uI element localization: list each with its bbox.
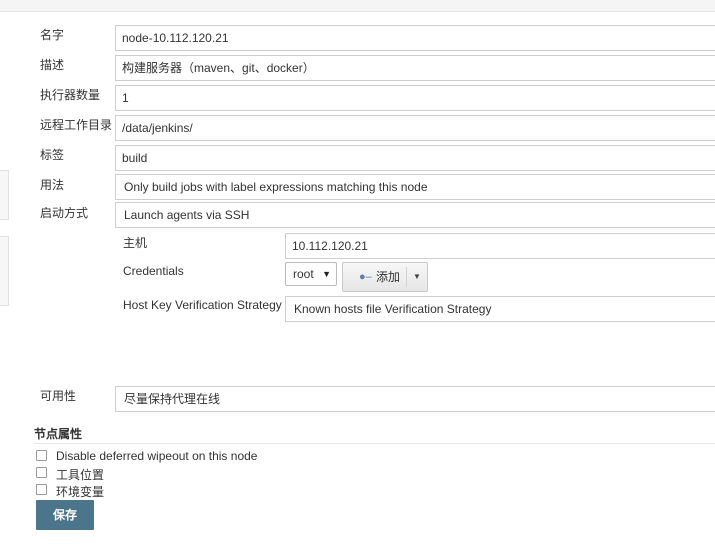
node-properties-title: 节点属性: [34, 427, 83, 441]
description-label: 描述: [40, 58, 65, 72]
description-input[interactable]: 构建服务器（maven、git、docker）: [115, 55, 715, 81]
host-key-select[interactable]: Known hosts file Verification Strategy: [285, 296, 715, 322]
add-credentials-label: 添加: [376, 270, 401, 284]
name-label: 名字: [40, 28, 65, 42]
save-button[interactable]: 保存: [36, 500, 94, 530]
disable-wipeout-checkbox[interactable]: [36, 450, 47, 461]
labels-input[interactable]: build: [115, 145, 715, 171]
availability-select[interactable]: 尽量保持代理在线: [115, 386, 715, 412]
labels-label: 标签: [40, 148, 65, 162]
executors-input[interactable]: 1: [115, 85, 715, 111]
env-variables-checkbox[interactable]: [36, 484, 47, 495]
caret-down-icon: ▼: [322, 269, 331, 279]
top-bar: [0, 0, 715, 12]
credentials-select[interactable]: root ▼: [285, 262, 337, 286]
host-key-label: Host Key Verification Strategy: [123, 298, 282, 312]
sidebar-edge: [0, 236, 9, 306]
add-credentials-button[interactable]: ●‒ 添加 ▼: [342, 262, 428, 292]
remote-dir-input[interactable]: /data/jenkins/: [115, 115, 715, 141]
disable-wipeout-label[interactable]: Disable deferred wipeout on this node: [56, 449, 257, 463]
launch-label: 启动方式: [40, 206, 89, 220]
tool-locations-checkbox[interactable]: [36, 467, 47, 478]
host-label: 主机: [123, 236, 148, 250]
credentials-label: Credentials: [123, 264, 184, 278]
remote-dir-label: 远程工作目录: [40, 118, 113, 132]
availability-label: 可用性: [40, 389, 77, 403]
name-input[interactable]: node-10.112.120.21: [115, 25, 715, 51]
env-variables-label[interactable]: 环境变量: [56, 483, 104, 500]
executors-label: 执行器数量: [40, 88, 101, 102]
credentials-select-value: root: [293, 267, 314, 281]
usage-label: 用法: [40, 178, 65, 192]
tool-locations-label[interactable]: 工具位置: [56, 466, 104, 483]
usage-select[interactable]: Only build jobs with label expressions m…: [115, 174, 715, 200]
caret-down-icon[interactable]: ▼: [413, 263, 421, 291]
host-input[interactable]: 10.112.120.21: [285, 233, 715, 259]
launch-select[interactable]: Launch agents via SSH: [115, 202, 715, 228]
key-icon: ●‒: [359, 271, 372, 283]
button-divider: [406, 267, 407, 287]
sidebar-edge: [0, 170, 9, 220]
section-divider: [34, 443, 715, 444]
